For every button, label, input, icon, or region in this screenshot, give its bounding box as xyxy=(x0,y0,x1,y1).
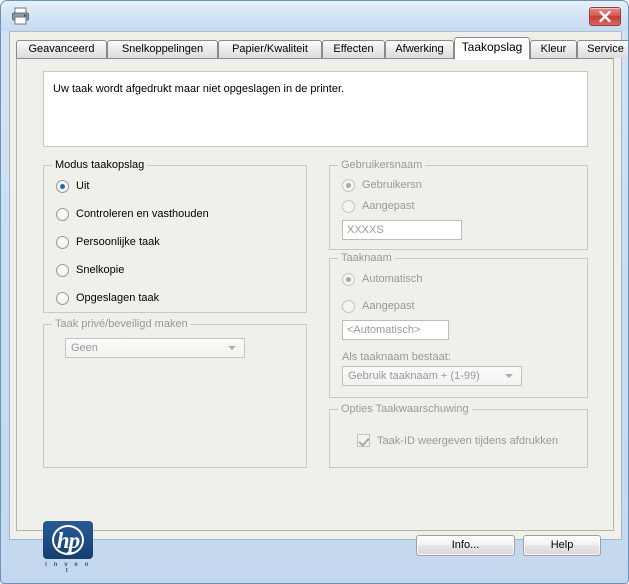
job-private-combo[interactable]: Geen xyxy=(65,338,245,358)
job-name-exists-combo[interactable]: Gebruik taaknaam + (1-99) xyxy=(342,366,522,386)
radio-label: Aangepast xyxy=(362,300,415,312)
radio-indicator xyxy=(56,291,69,305)
radio-label: Uit xyxy=(76,180,90,192)
close-button[interactable] xyxy=(589,7,621,26)
tab-label: Effecten xyxy=(333,43,374,55)
radio-taaknaam-automatisch[interactable]: Automatisch xyxy=(342,271,423,287)
tab-papier-kwaliteit[interactable]: Papier/Kwaliteit xyxy=(218,40,322,58)
radio-uit[interactable]: Uit xyxy=(56,178,89,194)
radio-snelkopie[interactable]: Snelkopie xyxy=(56,262,124,278)
tab-label: Papier/Kwaliteit xyxy=(232,43,308,55)
group-title-taaknaam: Taaknaam xyxy=(338,252,395,264)
checkbox-indicator xyxy=(357,434,370,447)
job-status-message-box: Uw taak wordt afgedrukt maar niet opgesl… xyxy=(43,71,588,147)
radio-persoonlijke-taak[interactable]: Persoonlijke taak xyxy=(56,234,160,250)
radio-label: Gebruikersn xyxy=(362,179,422,191)
group-title-modus-taakopslag: Modus taakopslag xyxy=(52,159,148,171)
radio-indicator xyxy=(56,207,69,221)
tab-strip: Geavanceerd Snelkoppelingen Papier/Kwali… xyxy=(16,37,628,60)
tab-service[interactable]: Service xyxy=(577,40,628,58)
group-title-opties-taakwaarschuwing: Opties Taakwaarschuwing xyxy=(338,403,472,415)
dialog-client-area: Geavanceerd Snelkoppelingen Papier/Kwali… xyxy=(9,31,628,574)
radio-gebruikersnaam-aangepast[interactable]: Aangepast xyxy=(342,198,415,214)
username-input[interactable]: XXXXS xyxy=(342,220,462,240)
printer-icon xyxy=(11,7,30,25)
label-als-taaknaam-bestaat: Als taaknaam bestaat: xyxy=(342,351,451,363)
job-status-message: Uw taak wordt afgedrukt maar niet opgesl… xyxy=(53,83,345,95)
group-opties-taakwaarschuwing: Opties Taakwaarschuwing Taak-ID weergeve… xyxy=(329,403,588,468)
checkbox-taak-id-weergeven[interactable]: Taak-ID weergeven tijdens afdrukken xyxy=(357,434,558,447)
radio-indicator xyxy=(342,272,355,286)
radio-indicator xyxy=(342,299,355,313)
radio-label: Aangepast xyxy=(362,200,415,212)
tab-kleur[interactable]: Kleur xyxy=(530,40,577,58)
job-private-combo-value: Geen xyxy=(71,342,98,354)
tab-label: Taakopslag xyxy=(461,40,523,54)
chevron-down-icon xyxy=(505,374,513,378)
chevron-down-icon xyxy=(228,346,236,350)
job-name-input[interactable]: <Automatisch> xyxy=(342,320,449,340)
radio-taaknaam-aangepast[interactable]: Aangepast xyxy=(342,298,415,314)
checkbox-label: Taak-ID weergeven tijdens afdrukken xyxy=(377,434,558,447)
tab-label: Afwerking xyxy=(395,43,444,55)
radio-indicator xyxy=(342,178,355,192)
group-gebruikersnaam: Gebruikersnaam Gebruikersn Aangepast XXX… xyxy=(329,159,588,250)
radio-gebruikersnaam-default[interactable]: Gebruikersn xyxy=(342,177,422,193)
radio-label: Snelkopie xyxy=(76,264,125,276)
tab-label: Service xyxy=(587,43,624,55)
tab-effecten[interactable]: Effecten xyxy=(322,40,385,58)
tab-label: Geavanceerd xyxy=(28,43,95,55)
title-bar xyxy=(1,1,628,31)
tab-page-taakopslag: Uw taak wordt afgedrukt maar niet opgesl… xyxy=(16,58,614,531)
printer-properties-window: Geavanceerd Snelkoppelingen Papier/Kwali… xyxy=(0,0,629,584)
group-title-taak-prive-beveiligd: Taak privé/beveiligd maken xyxy=(52,318,191,330)
job-name-exists-combo-value: Gebruik taaknaam + (1-99) xyxy=(348,370,480,382)
radio-indicator xyxy=(56,235,69,249)
tab-afwerking[interactable]: Afwerking xyxy=(385,40,454,58)
radio-label: Opgeslagen taak xyxy=(76,292,160,304)
radio-label: Controleren en vasthouden xyxy=(76,208,209,220)
dialog-button-bar: OK Annuleren Toepassen xyxy=(1,538,628,583)
close-icon xyxy=(599,10,611,23)
tab-taakopslag[interactable]: Taakopslag xyxy=(454,37,530,60)
radio-indicator xyxy=(56,179,69,193)
group-taaknaam: Taaknaam Automatisch Aangepast <Automati… xyxy=(329,252,588,398)
radio-opgeslagen-taak[interactable]: Opgeslagen taak xyxy=(56,290,159,306)
tab-snelkoppelingen[interactable]: Snelkoppelingen xyxy=(107,40,218,58)
tab-label: Kleur xyxy=(540,43,567,55)
radio-controleren-en-vasthouden[interactable]: Controleren en vasthouden xyxy=(56,206,209,222)
group-title-gebruikersnaam: Gebruikersnaam xyxy=(338,159,426,171)
tab-geavanceerd[interactable]: Geavanceerd xyxy=(16,40,107,58)
group-modus-taakopslag: Modus taakopslag Uit Controleren en vast… xyxy=(43,159,307,313)
radio-indicator xyxy=(342,199,355,213)
radio-label: Automatisch xyxy=(362,273,423,285)
group-taak-prive-beveiligd: Taak privé/beveiligd maken Geen xyxy=(43,318,307,468)
tab-label: Snelkoppelingen xyxy=(121,43,204,55)
radio-indicator xyxy=(56,263,69,277)
radio-label: Persoonlijke taak xyxy=(76,236,160,248)
